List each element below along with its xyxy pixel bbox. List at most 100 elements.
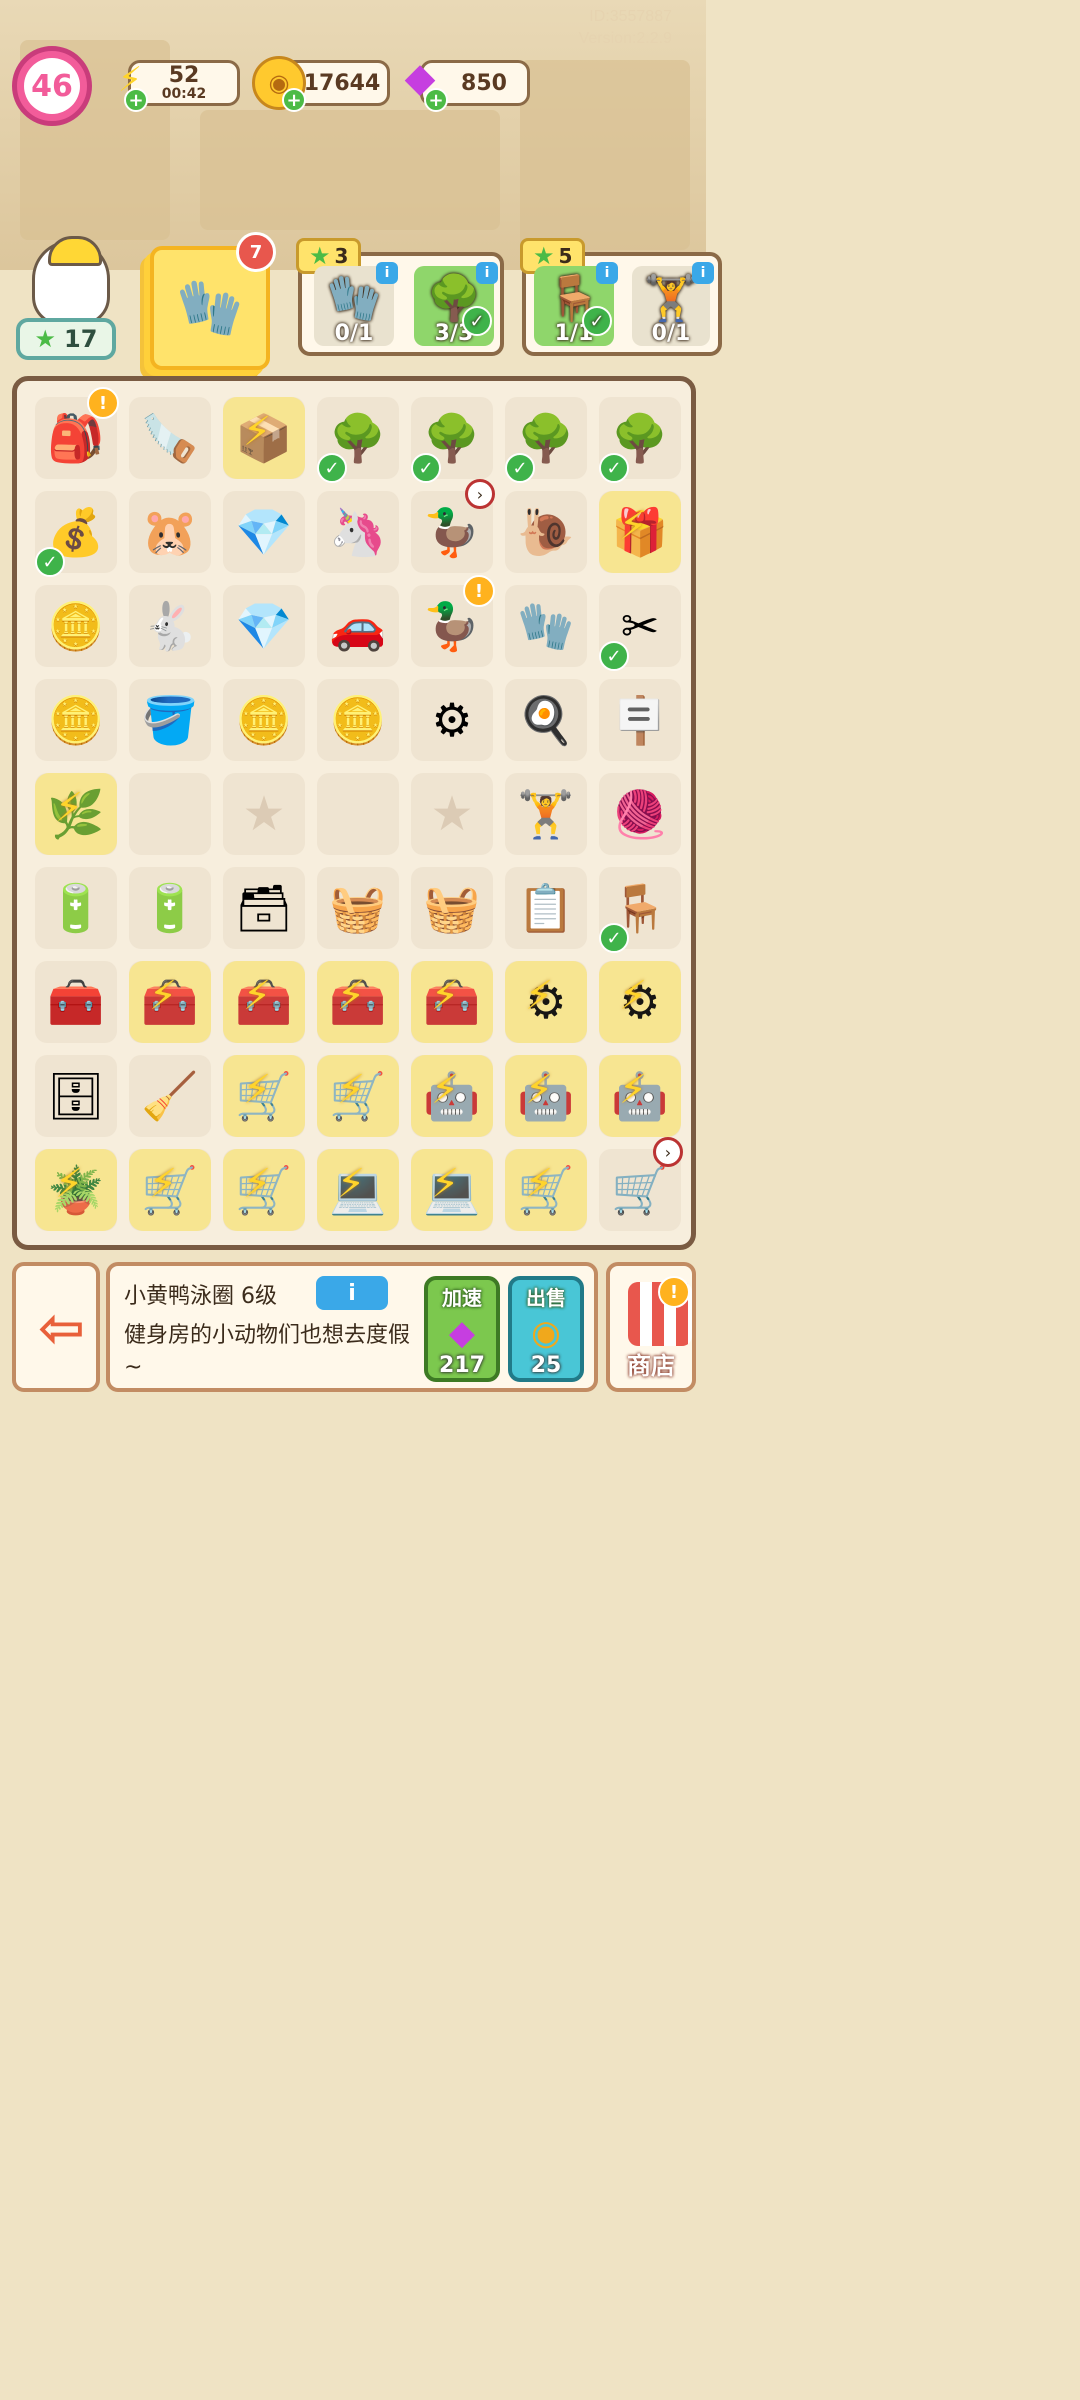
board-cell-ab-roller[interactable]: ⚙ — [405, 673, 499, 767]
mission-1-item-glove[interactable]: 🧤 0/1 i — [314, 262, 398, 346]
board-cell-dumbbells[interactable]: 🏋 — [499, 767, 593, 861]
board-cell-lounger[interactable]: 🪑 ✓ — [593, 861, 687, 955]
duck-star-counter: ★ 17 — [16, 318, 116, 360]
info-icon[interactable]: i — [476, 262, 498, 284]
board-cell-toolbox[interactable]: 🧰 ⚡ — [217, 955, 311, 1049]
board-cell-tray[interactable]: 🗃 — [217, 861, 311, 955]
board-cell-toolbox[interactable]: 🧰 ⚡ — [405, 955, 499, 1049]
board-cell-yarn[interactable]: 🧶 — [593, 767, 687, 861]
board-cell-bunny[interactable]: 🐇 — [123, 579, 217, 673]
check-icon: ✓ — [599, 641, 629, 671]
board-cell-cart[interactable]: 🛒 ⚡ — [217, 1143, 311, 1237]
check-icon: ✓ — [411, 453, 441, 483]
board-cell-drill[interactable]: 🪚 — [123, 391, 217, 485]
id-version-text: ID:3557887 Version:2.2.9 — [579, 6, 672, 50]
board-cell-cabinet[interactable]: 🗄 — [29, 1049, 123, 1143]
board-cell-pan[interactable]: 🍳 — [499, 673, 593, 767]
board-cell-tree[interactable]: 🌳 ✓ — [405, 391, 499, 485]
board-cell-empty[interactable] — [123, 767, 217, 861]
check-icon: ✓ — [599, 923, 629, 953]
board-cell-basket-weights[interactable]: 🧺 — [405, 861, 499, 955]
board-cell-laptop[interactable]: 💻 ⚡ — [405, 1143, 499, 1237]
board-cell-gift-box[interactable]: 🎁 ⚡ — [593, 485, 687, 579]
board-cell-engine[interactable]: ⚙ ⚡ — [499, 955, 593, 1049]
board-cell-tree[interactable]: 🌳 ✓ — [593, 391, 687, 485]
board-cell-toy-car[interactable]: 🚗 — [311, 579, 405, 673]
board-cell-toolbox[interactable]: 🧰 ⚡ — [311, 955, 405, 1049]
lightning-lock-icon: ⚡ — [243, 1067, 272, 1113]
board-cell-closed-sign[interactable]: 🪧 — [593, 673, 687, 767]
board-cell-toolbox[interactable]: 🧰 ⚡ — [123, 955, 217, 1049]
board-cell-bucket[interactable]: 🪣 — [123, 673, 217, 767]
board-cell-wheelbarrow[interactable]: 🛒 ⚡ — [217, 1049, 311, 1143]
add-coins-button[interactable]: + — [282, 88, 306, 112]
energy-timer: 00:42 — [161, 86, 207, 102]
shop-button[interactable]: ! 商店 — [606, 1262, 696, 1392]
board-cell-capacitor[interactable]: 🔋 — [29, 861, 123, 955]
board-cell-trowel[interactable]: 🧹 — [123, 1049, 217, 1143]
lightning-lock-icon: ⚡ — [55, 1161, 84, 1207]
board-cell-unicorn-ring[interactable]: 🦄 — [311, 485, 405, 579]
board-cell-wheelbarrow[interactable]: 🛒 ⚡ — [311, 1049, 405, 1143]
board-cell-plant-pot[interactable]: 🪴 ⚡ — [29, 1143, 123, 1237]
info-icon[interactable]: i — [692, 262, 714, 284]
board-cell-empty[interactable] — [311, 767, 405, 861]
board-cell-tree[interactable]: 🌳 ✓ — [499, 391, 593, 485]
board-cell-gems[interactable]: 💎 — [217, 485, 311, 579]
board-cell-grass-bag[interactable]: 🌿 ⚡ — [29, 767, 123, 861]
board-cell-empty[interactable]: ★ — [217, 767, 311, 861]
board-cell-coins[interactable]: 🪙 — [311, 673, 405, 767]
board-cell-cart-tools[interactable]: 🛒 › — [593, 1137, 687, 1237]
bucket-icon: 🪣 — [141, 692, 199, 747]
board-cell-coin-pile[interactable]: 🪙 — [29, 579, 123, 673]
speed-up-button[interactable]: 加速 ◆ 217 — [424, 1276, 500, 1382]
info-icon[interactable]: i — [376, 262, 398, 284]
board-cell-snail[interactable]: 🐌 — [499, 485, 593, 579]
mission-1-item-tree[interactable]: 🌳 3/3 i ✓ — [414, 262, 498, 346]
mission-card-1[interactable]: ★ 3 🧤 0/1 i 🌳 3/3 i ✓ — [296, 238, 504, 356]
card-count-badge: 7 — [236, 232, 276, 272]
board-cell-capacitors[interactable]: 🔋 — [123, 861, 217, 955]
board-cell-duck-ring[interactable]: 🦆! — [405, 575, 499, 673]
board-cell-tree[interactable]: 🌳 ✓ — [311, 391, 405, 485]
sell-button[interactable]: 出售 ◉ 25 — [508, 1276, 584, 1382]
sell-label: 出售 — [526, 1286, 566, 1310]
board-cell-robot-vacuum[interactable]: 🤖 ⚡ — [499, 1049, 593, 1143]
mission-2-item-bench[interactable]: 🏋 0/1 i — [632, 262, 714, 346]
board-cell-cart-tools[interactable]: 🛒 ⚡ — [499, 1143, 593, 1237]
level-badge[interactable]: 46 — [12, 46, 92, 126]
lightning-lock-icon: ⚡ — [243, 1161, 272, 1207]
board-cell-engine[interactable]: ⚙ ⚡ — [593, 955, 687, 1049]
add-gems-button[interactable]: + — [424, 88, 448, 112]
exit-icon: ⇦ — [38, 1296, 85, 1361]
board-cell-duck-ring[interactable]: 🦆 › — [405, 479, 499, 579]
board-cell-basket[interactable]: 🧺 — [311, 861, 405, 955]
board-cell-backpack[interactable]: 🎒! — [29, 387, 123, 485]
board-cell-toolbox[interactable]: 🧰 — [29, 955, 123, 1049]
add-energy-button[interactable]: + — [124, 88, 148, 112]
board-cell-box-locked[interactable]: 📦 ⚡ — [217, 391, 311, 485]
yarn-icon: 🧶 — [611, 786, 669, 841]
item-info-button[interactable]: i — [316, 1276, 388, 1310]
duck-helper[interactable]: ★ 17 — [16, 236, 116, 364]
board-cell-shears[interactable]: ✂ ✓ — [593, 579, 687, 673]
exit-button[interactable]: ⇦ — [12, 1262, 100, 1392]
board-cell-robot-vacuum[interactable]: 🤖 ⚡ — [593, 1049, 687, 1143]
info-icon[interactable]: i — [596, 262, 618, 284]
lightning-lock-icon: ⚡ — [55, 785, 84, 831]
board-cell-coin[interactable]: 🪙 — [217, 673, 311, 767]
mission-card-2[interactable]: ★ 5 🪑 1/1 i ✓ 🏋 0/1 i — [520, 238, 722, 356]
board-cell-coin-stack[interactable]: 🪙 — [29, 673, 123, 767]
mission-2-item-lounger[interactable]: 🪑 1/1 i ✓ — [534, 262, 618, 346]
board-cell-empty[interactable]: ★ — [405, 767, 499, 861]
board-cell-laptop[interactable]: 💻 ⚡ — [311, 1143, 405, 1237]
board-cell-gem[interactable]: 💎 — [217, 579, 311, 673]
board-cell-glove[interactable]: 🧤 — [499, 579, 593, 673]
merge-board: 🎒! 🪚 📦 ⚡ 🌳 ✓ 🌳 ✓ 🌳 ✓ 🌳 ✓ 💰 ✓ 🐹 💎 🦄 🦆 › 🐌 🎁 ⚡ 🪙 🐇 💎 🚗 🦆! 🧤 ✂ ✓ 🪙 🪣 🪙 🪙 ⚙ 🍳 🪧 🌿… — [12, 376, 696, 1250]
board-cell-sack[interactable]: 💰 ✓ — [29, 485, 123, 579]
board-cell-clipboard[interactable]: 📋 — [499, 861, 593, 955]
board-cell-robot-vacuum[interactable]: 🤖 ⚡ — [405, 1049, 499, 1143]
coin-pile-icon: 🪙 — [47, 598, 105, 653]
board-cell-cart[interactable]: 🛒 ⚡ — [123, 1143, 217, 1237]
board-cell-hamsters[interactable]: 🐹 — [123, 485, 217, 579]
